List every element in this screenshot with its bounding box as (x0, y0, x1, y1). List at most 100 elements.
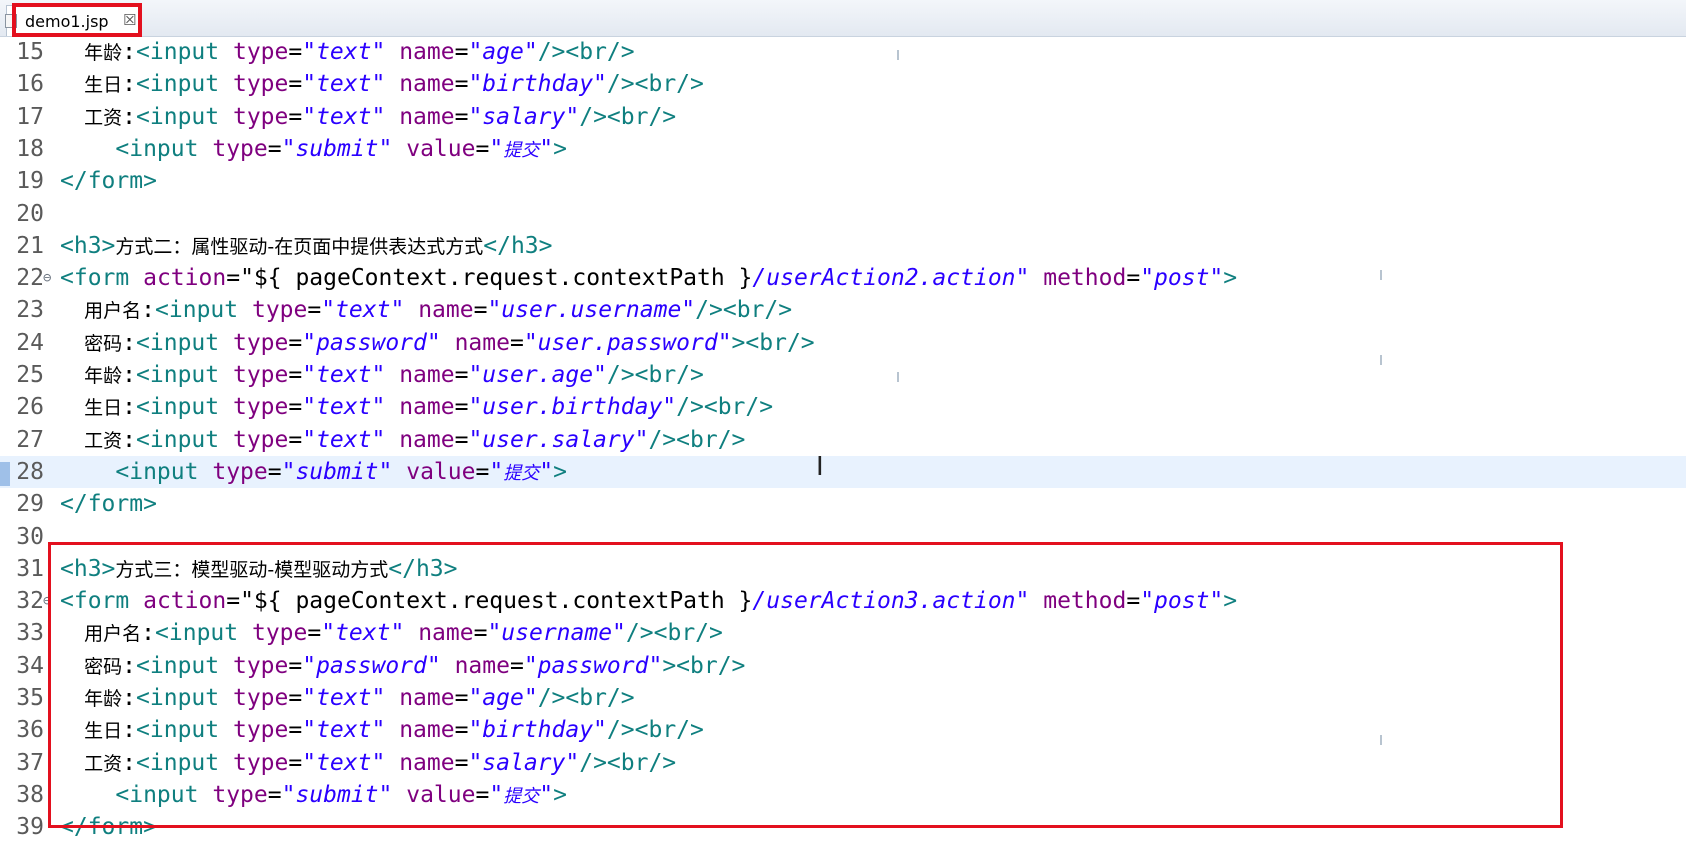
code-token: 密码 (60, 655, 123, 678)
code-token: : (122, 71, 137, 98)
line-number: 27 (16, 426, 44, 453)
code-token: : (122, 103, 137, 130)
code-token: <br/> (565, 39, 635, 65)
code-token: <br/> (722, 297, 793, 324)
code-token: <form (60, 265, 130, 292)
code-token: = (1126, 265, 1141, 292)
code-token: 工资 (60, 752, 123, 775)
code-token: " (489, 781, 504, 808)
code-token: <br/> (634, 71, 704, 98)
code-token: <input (155, 620, 239, 647)
code-token: 用户名 (60, 300, 142, 323)
code-token: name (399, 394, 455, 421)
code-line[interactable]: 25 年龄:<input type="text" name="user.age"… (0, 359, 1686, 391)
code-line[interactable]: 24 密码:<input type="password" name="user.… (0, 327, 1686, 359)
code-line[interactable]: 15 年龄:<input type="text" name="age"/><br… (0, 36, 1686, 68)
line-number: 26 (16, 394, 44, 421)
code-line[interactable]: 34 密码:<input type="password" name="passw… (0, 650, 1686, 682)
line-number: 35 (16, 685, 44, 711)
ruler-mark (897, 50, 899, 60)
code-line[interactable]: 17 工资:<input type="text" name="salary"/>… (0, 101, 1686, 133)
code-token: "salary" (468, 103, 580, 130)
fold-collapse-icon[interactable]: ⊖ (43, 585, 51, 617)
code-token: <input (136, 39, 220, 65)
code-token: value (406, 135, 476, 162)
tab-demo1-jsp[interactable]: demo1.jsp ☒ (5, 5, 142, 36)
code-token: type (212, 135, 268, 162)
code-token: "birthday" (468, 71, 607, 98)
code-token: </form> (60, 168, 157, 195)
code-token: <input (155, 297, 239, 324)
code-line[interactable]: 29 </form> (0, 488, 1686, 520)
code-line[interactable]: 19 </form> (0, 165, 1686, 197)
code-editor[interactable]: 15 年龄:<input type="text" name="age"/><br… (0, 36, 1686, 850)
code-token: "submit" (281, 458, 393, 485)
code-line[interactable]: 18 <input type="submit" value="提交"> (0, 133, 1686, 165)
code-text: 用户名:<input type="text" name="username"/>… (60, 617, 723, 650)
code-token: > (1223, 588, 1238, 615)
code-token: value (406, 781, 476, 808)
code-token: <input (115, 458, 199, 485)
code-line[interactable]: 39 </form> (0, 811, 1686, 843)
code-line[interactable]: 33 用户名:<input type="text" name="username… (0, 617, 1686, 649)
close-icon[interactable]: ☒ (123, 11, 136, 29)
code-text: 工资:<input type="text" name="user.salary"… (60, 424, 745, 457)
code-line[interactable]: 37 工资:<input type="text" name="salary"/>… (0, 747, 1686, 779)
code-line[interactable]: 21 <h3>方式二：属性驱动-在页面中提供表达式方式</h3> (0, 230, 1686, 262)
code-token: : (141, 297, 156, 324)
line-number: 21 (16, 232, 44, 259)
code-token: "user.password" (523, 329, 732, 356)
code-token: <br/> (606, 103, 677, 130)
code-text: 工资:<input type="text" name="salary"/><br… (60, 101, 676, 134)
code-token: /> (606, 362, 635, 388)
code-token: <input (136, 71, 220, 98)
code-line[interactable]: 27 工资:<input type="text" name="user.sala… (0, 424, 1686, 456)
code-token: name (399, 39, 455, 65)
code-token: "text" (321, 297, 405, 324)
code-token: <input (136, 685, 220, 711)
code-token: "user.birthday" (468, 394, 677, 421)
code-token: name (399, 103, 455, 130)
code-token: = (307, 620, 322, 647)
code-line[interactable]: 32 ⊖ <form action="${ pageContext.request.… (0, 585, 1686, 617)
code-token: "salary" (468, 749, 580, 776)
code-token: : (141, 620, 156, 647)
code-token: <br/> (653, 620, 723, 647)
code-token: type (232, 426, 289, 453)
code-line[interactable]: 38 <input type="submit" value="提交"> (0, 779, 1686, 811)
code-token: "text" (302, 749, 386, 776)
code-line[interactable]: 35 年龄:<input type="text" name="age"/><br… (0, 682, 1686, 714)
code-line[interactable]: 23 用户名:<input type="text" name="user.use… (0, 294, 1686, 326)
code-line[interactable]: 26 生日:<input type="text" name="user.birt… (0, 391, 1686, 423)
line-number: 29 (16, 491, 44, 518)
code-token: type (232, 103, 289, 130)
code-token: <br/> (634, 717, 704, 744)
code-text: <input type="submit" value="提交"> (60, 133, 567, 167)
code-line[interactable]: 28 <input type="submit" value="提交"> (0, 455, 1686, 488)
line-number: 24 (16, 329, 44, 356)
code-line[interactable]: 30 (0, 521, 1686, 553)
code-line[interactable]: 36 生日:<input type="text" name="birthday"… (0, 714, 1686, 746)
code-line[interactable]: 31 <h3>方式三：模型驱动-模型驱动方式</h3> (0, 553, 1686, 585)
code-token: = (475, 781, 490, 808)
code-text: <form action="${ pageContext.request.con… (60, 262, 1237, 294)
code-line[interactable]: 20 (0, 198, 1686, 230)
editor-tab-bar: demo1.jsp ☒ (0, 0, 1686, 37)
code-token: type (251, 297, 308, 324)
code-token: "user.salary" (468, 426, 649, 453)
fold-collapse-icon[interactable]: ⊖ (43, 262, 51, 294)
code-token: /userAction3.action" (752, 588, 1030, 615)
code-line[interactable]: 22 ⊖ <form action="${ pageContext.request.… (0, 262, 1686, 294)
code-line[interactable]: 16 生日:<input type="text" name="birthday"… (0, 68, 1686, 100)
code-token: </h3> (388, 555, 458, 582)
code-token: "text" (302, 39, 386, 65)
ruler-mark (1380, 735, 1382, 745)
code-token: "age" (468, 39, 538, 65)
